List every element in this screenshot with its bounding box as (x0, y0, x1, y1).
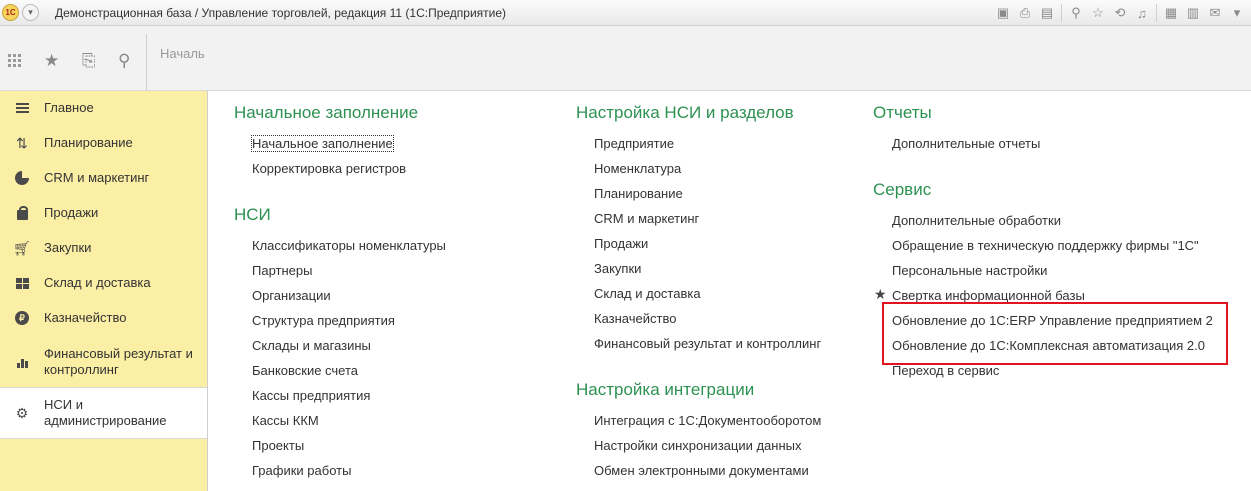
sidebar-item-label: Планирование (44, 135, 133, 150)
sidebar-item-main[interactable]: Главное (0, 99, 207, 117)
nav-link[interactable]: Предприятие (594, 136, 674, 151)
nav-link[interactable]: Интеграция с 1С:Документооборотом (594, 413, 821, 428)
title-bar: 1С ▾ Демонстрационная база / Управление … (0, 0, 1251, 26)
sidebar-item-planning[interactable]: ⇅ Планирование (0, 134, 207, 152)
app-logo-icon[interactable]: 1С (2, 4, 19, 21)
ruble-icon: ₽ (14, 311, 30, 325)
nav-link[interactable]: Казначейство (594, 311, 676, 326)
history-clock-icon[interactable]: ⎘ (82, 52, 96, 69)
sidebar-item-label: Главное (44, 100, 94, 115)
sidebar-item-label: CRM и маркетинг (44, 170, 150, 185)
main-menu-button[interactable]: ▾ (22, 4, 39, 21)
sidebar-item-label: Казначейство (44, 310, 127, 325)
planning-icon: ⇅ (16, 134, 28, 151)
nav-link[interactable]: Банковские счета (252, 363, 358, 378)
mail-icon[interactable]: ✉ (1207, 5, 1223, 21)
sidebar-item-admin[interactable]: ⚙ НСИ и администрирование (0, 387, 207, 439)
sidebar-item-label: Финансовый результат и контроллинг (44, 346, 193, 377)
sidebar-item-purchases[interactable]: 🛒︎ Закупки (0, 239, 207, 257)
sidebar-item-crm[interactable]: CRM и маркетинг (0, 169, 207, 187)
nav-link[interactable]: Структура предприятия (252, 313, 395, 328)
open-tabs-area: Началь (146, 34, 1251, 91)
title-toolbar: ▣ ⎙ ▤ ⚲ ☆ ⟲ ♫ ▦ ▥ ✉ ▾ (989, 0, 1251, 26)
favorites-star-icon[interactable]: ★ (44, 52, 59, 69)
search-icon[interactable]: ⚲ (118, 52, 130, 69)
link-initial-fill[interactable]: Начальное заполнение (251, 135, 394, 152)
window-menu-icon[interactable]: ▾ (1229, 5, 1245, 21)
nav-link[interactable]: Финансовый результат и контроллинг (594, 336, 821, 351)
toolbar-divider (1156, 4, 1157, 22)
bell-icon[interactable]: ♫ (1134, 5, 1150, 21)
sections-sidebar: Главное ⇅ Планирование CRM и маркетинг П… (0, 91, 208, 491)
sidebar-item-label: Склад и доставка (44, 275, 151, 290)
link-update-erp[interactable]: Обновление до 1С:ERP Управление предприя… (892, 313, 1213, 328)
cart-icon: 🛒︎ (13, 239, 31, 256)
link-icon[interactable]: ⚲ (1068, 5, 1084, 21)
section-title: Настройка интеграции (576, 380, 755, 399)
nav-link[interactable]: Продажи (594, 236, 648, 251)
nav-link[interactable]: Дополнительные отчеты (892, 136, 1040, 151)
save-icon[interactable]: ▣ (995, 5, 1011, 21)
sidebar-item-treasury[interactable]: ₽ Казначейство (0, 309, 207, 327)
link-update-ka[interactable]: Обновление до 1С:Комплексная автоматизац… (892, 338, 1205, 353)
highlight-box (882, 302, 1228, 365)
navigation-toolbar: ★ ⎘ ⚲ Началь (0, 26, 1251, 91)
sidebar-item-finance[interactable]: Финансовый результат и контроллинг (0, 345, 207, 379)
nav-link[interactable]: Персональные настройки (892, 263, 1047, 278)
nav-link[interactable]: Обращение в техническую поддержку фирмы … (892, 238, 1199, 253)
warehouse-icon (14, 277, 30, 289)
link-register-correction[interactable]: Корректировка регистров (252, 161, 406, 176)
sidebar-item-label: Закупки (44, 240, 92, 255)
gear-icon: ⚙ (15, 404, 29, 421)
nav-link[interactable]: Обмен электронными документами (594, 463, 809, 478)
section-title: НСИ (234, 205, 271, 224)
nav-link[interactable]: Номенклатура (594, 161, 681, 176)
nav-link[interactable]: Организации (252, 288, 331, 303)
nav-link[interactable]: Дополнительные обработки (892, 213, 1061, 228)
preview-icon[interactable]: ▤ (1039, 5, 1055, 21)
sidebar-item-warehouse[interactable]: Склад и доставка (0, 274, 207, 292)
apps-grid-icon[interactable] (8, 54, 21, 67)
nav-link[interactable]: CRM и маркетинг (594, 211, 699, 226)
tab-home[interactable]: Началь (160, 46, 205, 61)
nav-link[interactable]: Партнеры (252, 263, 312, 278)
nav-link[interactable]: Графики работы (252, 463, 351, 478)
hamburger-icon (14, 101, 30, 115)
section-content: Начальное заполнение Начальное заполнени… (208, 91, 1251, 491)
pie-chart-icon (14, 171, 30, 185)
nav-link[interactable]: Переход в сервис (892, 363, 999, 378)
nav-link[interactable]: Планирование (594, 186, 683, 201)
nav-link[interactable]: Склады и магазины (252, 338, 371, 353)
section-title: Отчеты (873, 103, 932, 122)
favorite-star-icon: ★ (874, 286, 887, 302)
window-title: Демонстрационная база / Управление торго… (55, 6, 507, 20)
print-icon[interactable]: ⎙ (1017, 5, 1033, 21)
nav-link[interactable]: Классификаторы номенклатуры (252, 238, 446, 253)
nav-link[interactable]: Кассы ККМ (252, 413, 319, 428)
nav-link[interactable]: Проекты (252, 438, 304, 453)
sidebar-item-sales[interactable]: Продажи (0, 204, 207, 222)
calculator-icon[interactable]: ▦ (1163, 5, 1179, 21)
bar-chart-icon (14, 356, 30, 368)
nav-link[interactable]: Склад и доставка (594, 286, 701, 301)
section-title: Сервис (873, 180, 932, 199)
sidebar-item-label: НСИ и администрирование (44, 397, 167, 428)
sidebar-item-label: Продажи (44, 205, 99, 220)
bag-icon (14, 205, 30, 220)
favorite-icon[interactable]: ☆ (1090, 5, 1106, 21)
nav-link[interactable]: Закупки (594, 261, 641, 276)
nav-link[interactable]: Свертка информационной базы (892, 288, 1085, 303)
history-icon[interactable]: ⟲ (1112, 5, 1128, 21)
section-title: Настройка НСИ и разделов (576, 103, 794, 122)
nav-link[interactable]: Настройки синхронизации данных (594, 438, 802, 453)
nav-link[interactable]: Кассы предприятия (252, 388, 370, 403)
toolbar-divider (1061, 4, 1062, 22)
calendar-icon[interactable]: ▥ (1185, 5, 1201, 21)
section-title: Начальное заполнение (234, 103, 419, 122)
